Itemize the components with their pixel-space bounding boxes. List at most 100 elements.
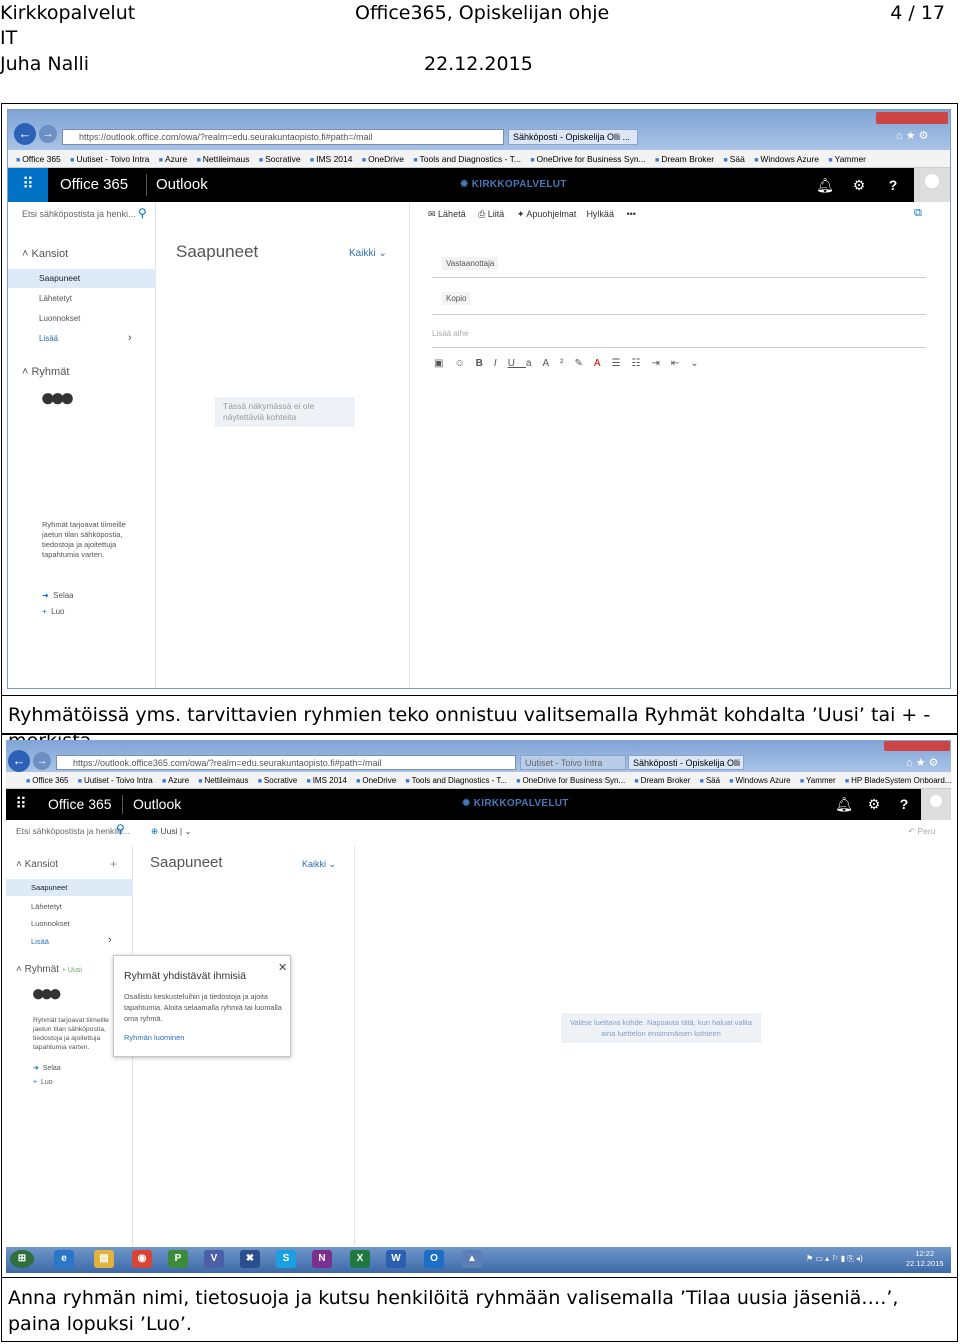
folders-header[interactable]: ˄ Kansiot <box>22 248 68 260</box>
folder-inbox[interactable]: Saapuneet <box>8 269 156 288</box>
avatar[interactable] <box>914 168 950 202</box>
fav-item[interactable]: Office 365 <box>16 154 61 164</box>
list-filter[interactable]: Kaikki ⌄ <box>302 859 336 870</box>
project-icon[interactable]: P <box>168 1250 188 1268</box>
fav-item[interactable]: OneDrive <box>362 154 404 164</box>
fav-item[interactable]: HP BladeSystem Onboard... <box>845 776 951 785</box>
chrome-icon[interactable]: ◉ <box>132 1250 152 1268</box>
ie-icon[interactable]: e <box>54 1250 74 1268</box>
fav-item[interactable]: Yammer <box>800 776 836 785</box>
avatar[interactable] <box>921 789 951 820</box>
home-star-gear-icons[interactable]: ⌂ ★ ⚙ <box>906 756 938 769</box>
search-icon[interactable]: ⚲ <box>138 206 147 220</box>
forward-icon[interactable]: → <box>39 125 57 143</box>
reading-hint[interactable]: Valitse luettava kohde. Napsauta tätä, k… <box>561 1013 761 1043</box>
bell-icon[interactable]: 🔔︎ <box>808 168 842 202</box>
folder-sent[interactable]: Lähetetyt <box>39 294 72 303</box>
groups-create[interactable]: + Luo <box>33 1079 53 1086</box>
groups-browse[interactable]: ➜ Selaa <box>33 1064 61 1072</box>
tab-intra[interactable]: Uutiset - Toivo Intra <box>520 755 626 770</box>
home-star-gear-icons[interactable]: ⌂ ★ ⚙ <box>896 129 928 142</box>
fav-item[interactable]: Tools and Diagnostics - T... <box>413 154 521 164</box>
explorer-icon[interactable]: ▤ <box>94 1250 114 1268</box>
format-toolbar[interactable]: ▣☺BIUaA²✎A☰☷⇥⇤⌄ <box>434 358 710 369</box>
tab-mail[interactable]: Sähköposti - Opiskelija Olli ... <box>628 755 744 770</box>
suite-brand[interactable]: Office 365 <box>60 176 128 193</box>
cc-field[interactable]: Kopio <box>442 292 471 305</box>
app-icon[interactable]: ▲ <box>462 1250 482 1268</box>
fav-item[interactable]: OneDrive for Business Syn... <box>530 154 645 164</box>
popout-icon[interactable]: ⧉ <box>914 207 922 220</box>
folder-drafts[interactable]: Luonnokset <box>39 314 80 323</box>
search-input[interactable]: Etsi sähköpostista ja henkilö... <box>16 826 130 836</box>
folder-more[interactable]: Lisää <box>39 334 58 343</box>
fav-item[interactable]: Socrative <box>259 154 301 164</box>
start-icon[interactable]: ⊞ <box>10 1250 34 1268</box>
excel-icon[interactable]: X <box>350 1250 370 1268</box>
fav-item[interactable]: Yammer <box>828 154 866 164</box>
fav-item[interactable]: Office 365 <box>26 776 69 785</box>
app-launcher-icon[interactable]: ⠿ <box>8 168 48 202</box>
tools-icon[interactable]: ✖ <box>240 1250 260 1268</box>
addins-button[interactable]: ✦ Apuohjelmat <box>517 209 577 219</box>
onenote-icon[interactable]: N <box>312 1250 332 1268</box>
back-icon[interactable]: ← <box>14 123 36 145</box>
more-button[interactable]: ••• <box>626 209 635 219</box>
chevron-right-icon[interactable]: › <box>128 332 132 344</box>
word-icon[interactable]: W <box>386 1250 406 1268</box>
suite-brand[interactable]: Office 365 <box>48 796 112 812</box>
groups-create[interactable]: + Luo <box>42 607 64 616</box>
discard-button[interactable]: Hylkää <box>586 209 614 219</box>
undo-button[interactable]: ↶ Peru <box>908 826 935 837</box>
fav-item[interactable]: Uutiset - Toivo Intra <box>78 776 153 785</box>
fav-item[interactable]: Tools and Diagnostics - T... <box>405 776 507 785</box>
search-input[interactable]: Etsi sähköpostista ja henki... <box>22 209 136 219</box>
tab-mail[interactable]: Sähköposti - Opiskelija Olli ... <box>508 129 638 145</box>
chevron-right-icon[interactable]: › <box>108 934 112 946</box>
fav-item[interactable]: Socrative <box>258 776 298 785</box>
bell-icon[interactable]: 🔔︎ <box>827 789 861 820</box>
send-button[interactable]: ✉ Lähetä <box>428 209 466 219</box>
folder-sent[interactable]: Lähetetyt <box>31 902 62 911</box>
fav-item[interactable]: Sää <box>700 776 720 785</box>
fav-item[interactable]: Azure <box>159 154 187 164</box>
fav-item[interactable]: IMS 2014 <box>310 154 353 164</box>
fav-item[interactable]: Windows Azure <box>729 776 790 785</box>
clock[interactable]: 12:22 22.12.2015 <box>906 1249 944 1269</box>
groups-header[interactable]: ˄ Ryhmät + Uusi <box>16 964 82 975</box>
window-controls[interactable] <box>876 112 948 124</box>
fav-item[interactable]: Dream Broker <box>655 154 714 164</box>
suite-app[interactable]: Outlook <box>156 176 208 193</box>
fav-item[interactable]: Dream Broker <box>634 776 690 785</box>
skype-icon[interactable]: S <box>276 1250 296 1268</box>
new-button[interactable]: ⊕ Uusi | ⌄ <box>151 826 192 837</box>
address-bar[interactable]: https://outlook.office.com/owa/?realm=ed… <box>62 129 504 145</box>
fav-item[interactable]: Nettileimaus <box>197 154 250 164</box>
outlook-icon[interactable]: O <box>424 1250 444 1268</box>
fav-item[interactable]: OneDrive <box>356 776 396 785</box>
groups-header[interactable]: ˄ Ryhmät <box>22 366 69 378</box>
groups-browse[interactable]: ➜ Selaa <box>42 591 74 600</box>
list-filter[interactable]: Kaikki ⌄ <box>349 248 387 259</box>
add-folder-icon[interactable]: + <box>110 857 117 871</box>
window-controls[interactable] <box>884 741 950 751</box>
folder-more[interactable]: Lisää <box>31 937 49 946</box>
attach-button[interactable]: ⎙ Liitä <box>478 209 504 219</box>
tray-icons[interactable]: ⚑ ▭ ▴ ⚐ ▮ ⎘ ◂) <box>806 1254 863 1264</box>
suite-app[interactable]: Outlook <box>133 796 181 812</box>
fav-item[interactable]: OneDrive for Business Syn... <box>516 776 625 785</box>
visio-icon[interactable]: V <box>204 1250 224 1268</box>
fav-item[interactable]: Uutiset - Toivo Intra <box>70 154 149 164</box>
popup-link[interactable]: Ryhmän luominen <box>124 1033 184 1042</box>
fav-item[interactable]: Azure <box>162 776 189 785</box>
fav-item[interactable]: Nettileimaus <box>198 776 248 785</box>
gear-icon[interactable]: ⚙ <box>842 168 876 202</box>
search-icon[interactable]: ⚲ <box>116 822 125 836</box>
folder-drafts[interactable]: Luonnokset <box>31 919 70 928</box>
fav-item[interactable]: Sää <box>724 154 745 164</box>
fav-item[interactable]: IMS 2014 <box>307 776 347 785</box>
address-bar[interactable]: https://outlook.office365.com/owa/?realm… <box>56 755 516 770</box>
gear-icon[interactable]: ⚙ <box>857 789 891 820</box>
folders-header[interactable]: ˄ Kansiot <box>16 859 58 870</box>
help-icon[interactable]: ? <box>876 168 910 202</box>
